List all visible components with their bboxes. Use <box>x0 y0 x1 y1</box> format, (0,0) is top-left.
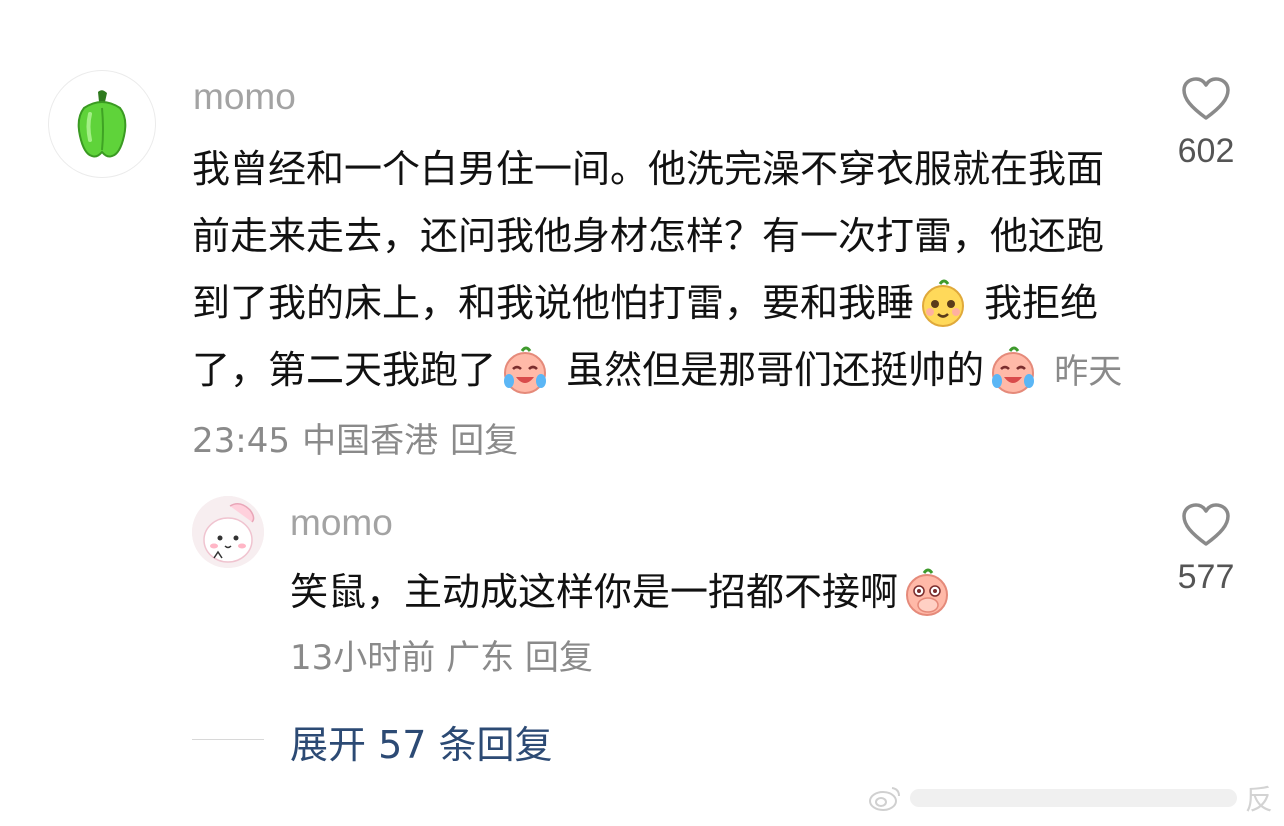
reply-body: 笑鼠，主动成这样你是一招都不接啊 <box>290 560 1150 624</box>
reply-time: 13小时前 <box>290 638 436 678</box>
reply-meta: 13小时前 广东 回复 <box>290 632 593 684</box>
yellow-smirk-emoji-icon <box>922 279 965 327</box>
comment-location: 中国香港 <box>302 421 439 461</box>
pink-bunny-icon <box>192 496 264 568</box>
heart-icon <box>1182 503 1230 546</box>
reply-location: 广东 <box>446 638 515 678</box>
commenter-username[interactable]: momo <box>193 76 296 118</box>
reply-like-count: 577 <box>1177 558 1235 596</box>
comment-body: 我曾经和一个白男住一间。他洗完澡不穿衣服就在我面前走来走去，还问我他身材怎样？有… <box>192 136 1132 475</box>
commenter-avatar[interactable] <box>48 70 156 178</box>
comment-reply-button[interactable]: 回复 <box>450 421 518 461</box>
watermark-text: 反 <box>1244 783 1273 816</box>
comment-like-count: 602 <box>1177 132 1235 170</box>
reply-reply-button[interactable]: 回复 <box>525 638 593 678</box>
replier-avatar[interactable] <box>192 496 264 568</box>
heart-icon <box>1182 77 1230 120</box>
watermark-bar <box>910 789 1237 807</box>
weibo-icon <box>869 787 900 811</box>
covering-mouth-emoji-icon <box>906 568 949 616</box>
green-pepper-icon <box>77 90 127 158</box>
crying-laughing-emoji-icon <box>504 346 547 394</box>
comment-like-button[interactable]: 602 <box>1166 76 1246 171</box>
crying-laughing-emoji-icon <box>992 346 1035 394</box>
watermark: 反 <box>868 778 1273 818</box>
replier-username[interactable]: momo <box>290 502 393 544</box>
reply-like-button[interactable]: 577 <box>1166 502 1246 597</box>
expand-divider <box>192 739 264 740</box>
expand-replies-button[interactable]: 展开 57 条回复 <box>290 714 553 769</box>
comment-text-part-3: 虽然但是那哥们还挺帅的 <box>566 348 985 392</box>
reply-text: 笑鼠，主动成这样你是一招都不接啊 <box>290 570 899 614</box>
